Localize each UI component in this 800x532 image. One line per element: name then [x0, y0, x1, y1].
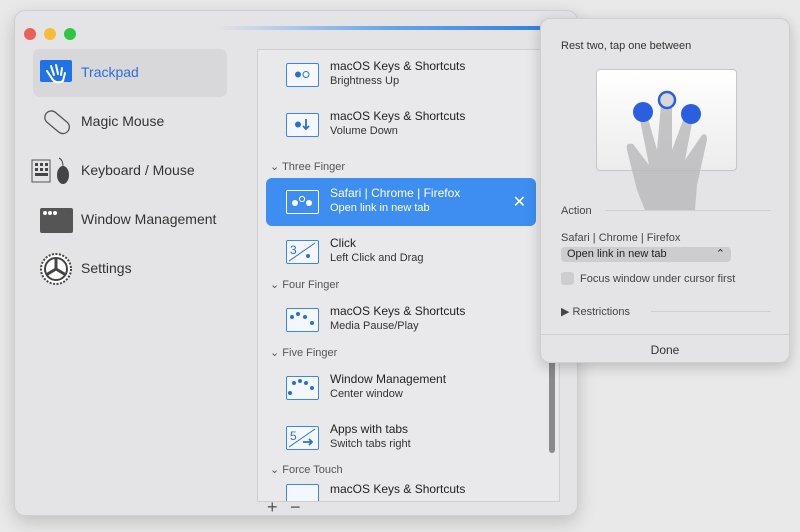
item-subtitle: Open link in new tab — [330, 202, 430, 214]
add-button[interactable]: + — [267, 498, 278, 516]
click-drag-icon: 3 — [286, 240, 319, 264]
app-label: Safari | Chrome | Firefox — [561, 232, 681, 244]
gesture-caption: Rest two, tap one between — [561, 40, 692, 52]
trackpad-hand-icon — [40, 60, 72, 84]
close-button[interactable] — [24, 28, 36, 40]
list-item[interactable]: 3 Click Left Click and Drag — [266, 228, 536, 276]
list-item-selected[interactable]: Safari | Chrome | Firefox Open link in ne… — [266, 178, 536, 226]
list-item[interactable]: macOS Keys & Shortcuts Media Pause/Play — [266, 296, 536, 344]
disclosure-triangle-icon: ▶ — [561, 306, 570, 318]
group-header-label: Force Touch — [282, 464, 343, 476]
keyboard-mouse-icon — [31, 157, 69, 184]
main-window: Trackpad Magic Mouse Keyboard / Mouse Wi… — [14, 10, 578, 516]
restrictions-label: Restrictions — [572, 306, 630, 318]
window-icon — [40, 208, 73, 233]
five-finger-swipe-icon: 5 — [286, 426, 319, 450]
item-title: macOS Keys & Shortcuts — [330, 482, 466, 496]
sidebar-item-settings[interactable]: Settings — [33, 245, 227, 293]
sidebar-item-window-management[interactable]: Window Management — [33, 196, 227, 244]
hand-icon — [626, 90, 707, 210]
focus-window-checkbox[interactable] — [561, 272, 574, 285]
title-glow — [215, 26, 555, 30]
item-subtitle: Volume Down — [330, 125, 398, 137]
four-finger-icon — [286, 308, 319, 332]
item-title: macOS Keys & Shortcuts — [330, 304, 466, 318]
sidebar-item-trackpad[interactable]: Trackpad — [33, 49, 227, 97]
group-header-four-finger[interactable]: ⌄ Four Finger — [270, 278, 339, 291]
item-subtitle: Brightness Up — [330, 75, 400, 87]
action-select-value: Open link in new tab — [567, 248, 667, 260]
item-title: Window Management — [330, 372, 447, 386]
group-header-five-finger[interactable]: ⌄ Five Finger — [270, 346, 337, 359]
done-button[interactable]: Done — [541, 334, 789, 364]
list-item[interactable]: macOS Keys & Shortcuts — [266, 478, 536, 501]
action-select[interactable]: Open link in new tab ⌃ — [561, 247, 731, 262]
chevron-updown-icon: ⌃ — [715, 248, 725, 260]
gesture-list: macOS Keys & Shortcuts Brightness Up macO… — [257, 49, 560, 502]
focus-window-label: Focus window under cursor first — [580, 273, 736, 285]
group-header-label: Five Finger — [282, 347, 338, 359]
list-item[interactable]: 5 Apps with tabs Switch tabs right — [266, 414, 536, 462]
gesture-illustration — [596, 69, 737, 210]
remove-icon[interactable]: ✕ — [513, 192, 526, 212]
item-title: Apps with tabs — [330, 422, 409, 436]
group-header-label: Three Finger — [282, 161, 346, 173]
sidebar-item-label: Window Management — [81, 211, 217, 227]
sidebar-item-label: Keyboard / Mouse — [81, 162, 195, 178]
minimize-button[interactable] — [44, 28, 56, 40]
magic-mouse-icon — [44, 110, 70, 135]
list-item[interactable]: macOS Keys & Shortcuts Volume Down — [266, 101, 536, 149]
item-title: macOS Keys & Shortcuts — [330, 109, 466, 123]
action-header: Action — [561, 205, 592, 217]
brightness-gesture-icon — [286, 63, 319, 87]
svg-text:5: 5 — [290, 429, 297, 443]
item-subtitle: Center window — [330, 388, 403, 400]
item-title: macOS Keys & Shortcuts — [330, 59, 466, 73]
zoom-button[interactable] — [64, 28, 76, 40]
group-header-three-finger[interactable]: ⌄ Three Finger — [270, 160, 345, 173]
item-subtitle: Switch tabs right — [330, 438, 411, 450]
three-finger-tap-icon — [286, 190, 319, 214]
sidebar-item-label: Trackpad — [81, 64, 139, 80]
restrictions-disclosure[interactable]: ▶ Restrictions — [561, 305, 630, 318]
five-finger-icon — [286, 376, 319, 400]
list-item[interactable]: Window Management Center window — [266, 364, 536, 412]
list-item[interactable]: macOS Keys & Shortcuts Brightness Up — [266, 51, 536, 99]
item-title: Safari | Chrome | Firefox — [330, 186, 461, 200]
group-header-force-touch[interactable]: ⌄ Force Touch — [270, 463, 343, 476]
item-title: Click — [330, 236, 356, 250]
group-header-label: Four Finger — [282, 279, 340, 291]
sidebar-item-magic-mouse[interactable]: Magic Mouse — [33, 98, 227, 146]
svg-text:3: 3 — [290, 243, 297, 257]
item-subtitle: Left Click and Drag — [330, 252, 424, 264]
volume-gesture-icon — [286, 113, 319, 137]
sidebar-item-label: Settings — [81, 260, 132, 276]
gesture-popover: Rest two, tap one between Action Safari … — [540, 18, 790, 363]
gear-icon — [40, 253, 72, 285]
sidebar-item-keyboard-mouse[interactable]: Keyboard / Mouse — [31, 147, 227, 195]
item-subtitle: Media Pause/Play — [330, 320, 419, 332]
sidebar-item-label: Magic Mouse — [81, 113, 165, 129]
remove-button[interactable]: − — [290, 498, 301, 516]
